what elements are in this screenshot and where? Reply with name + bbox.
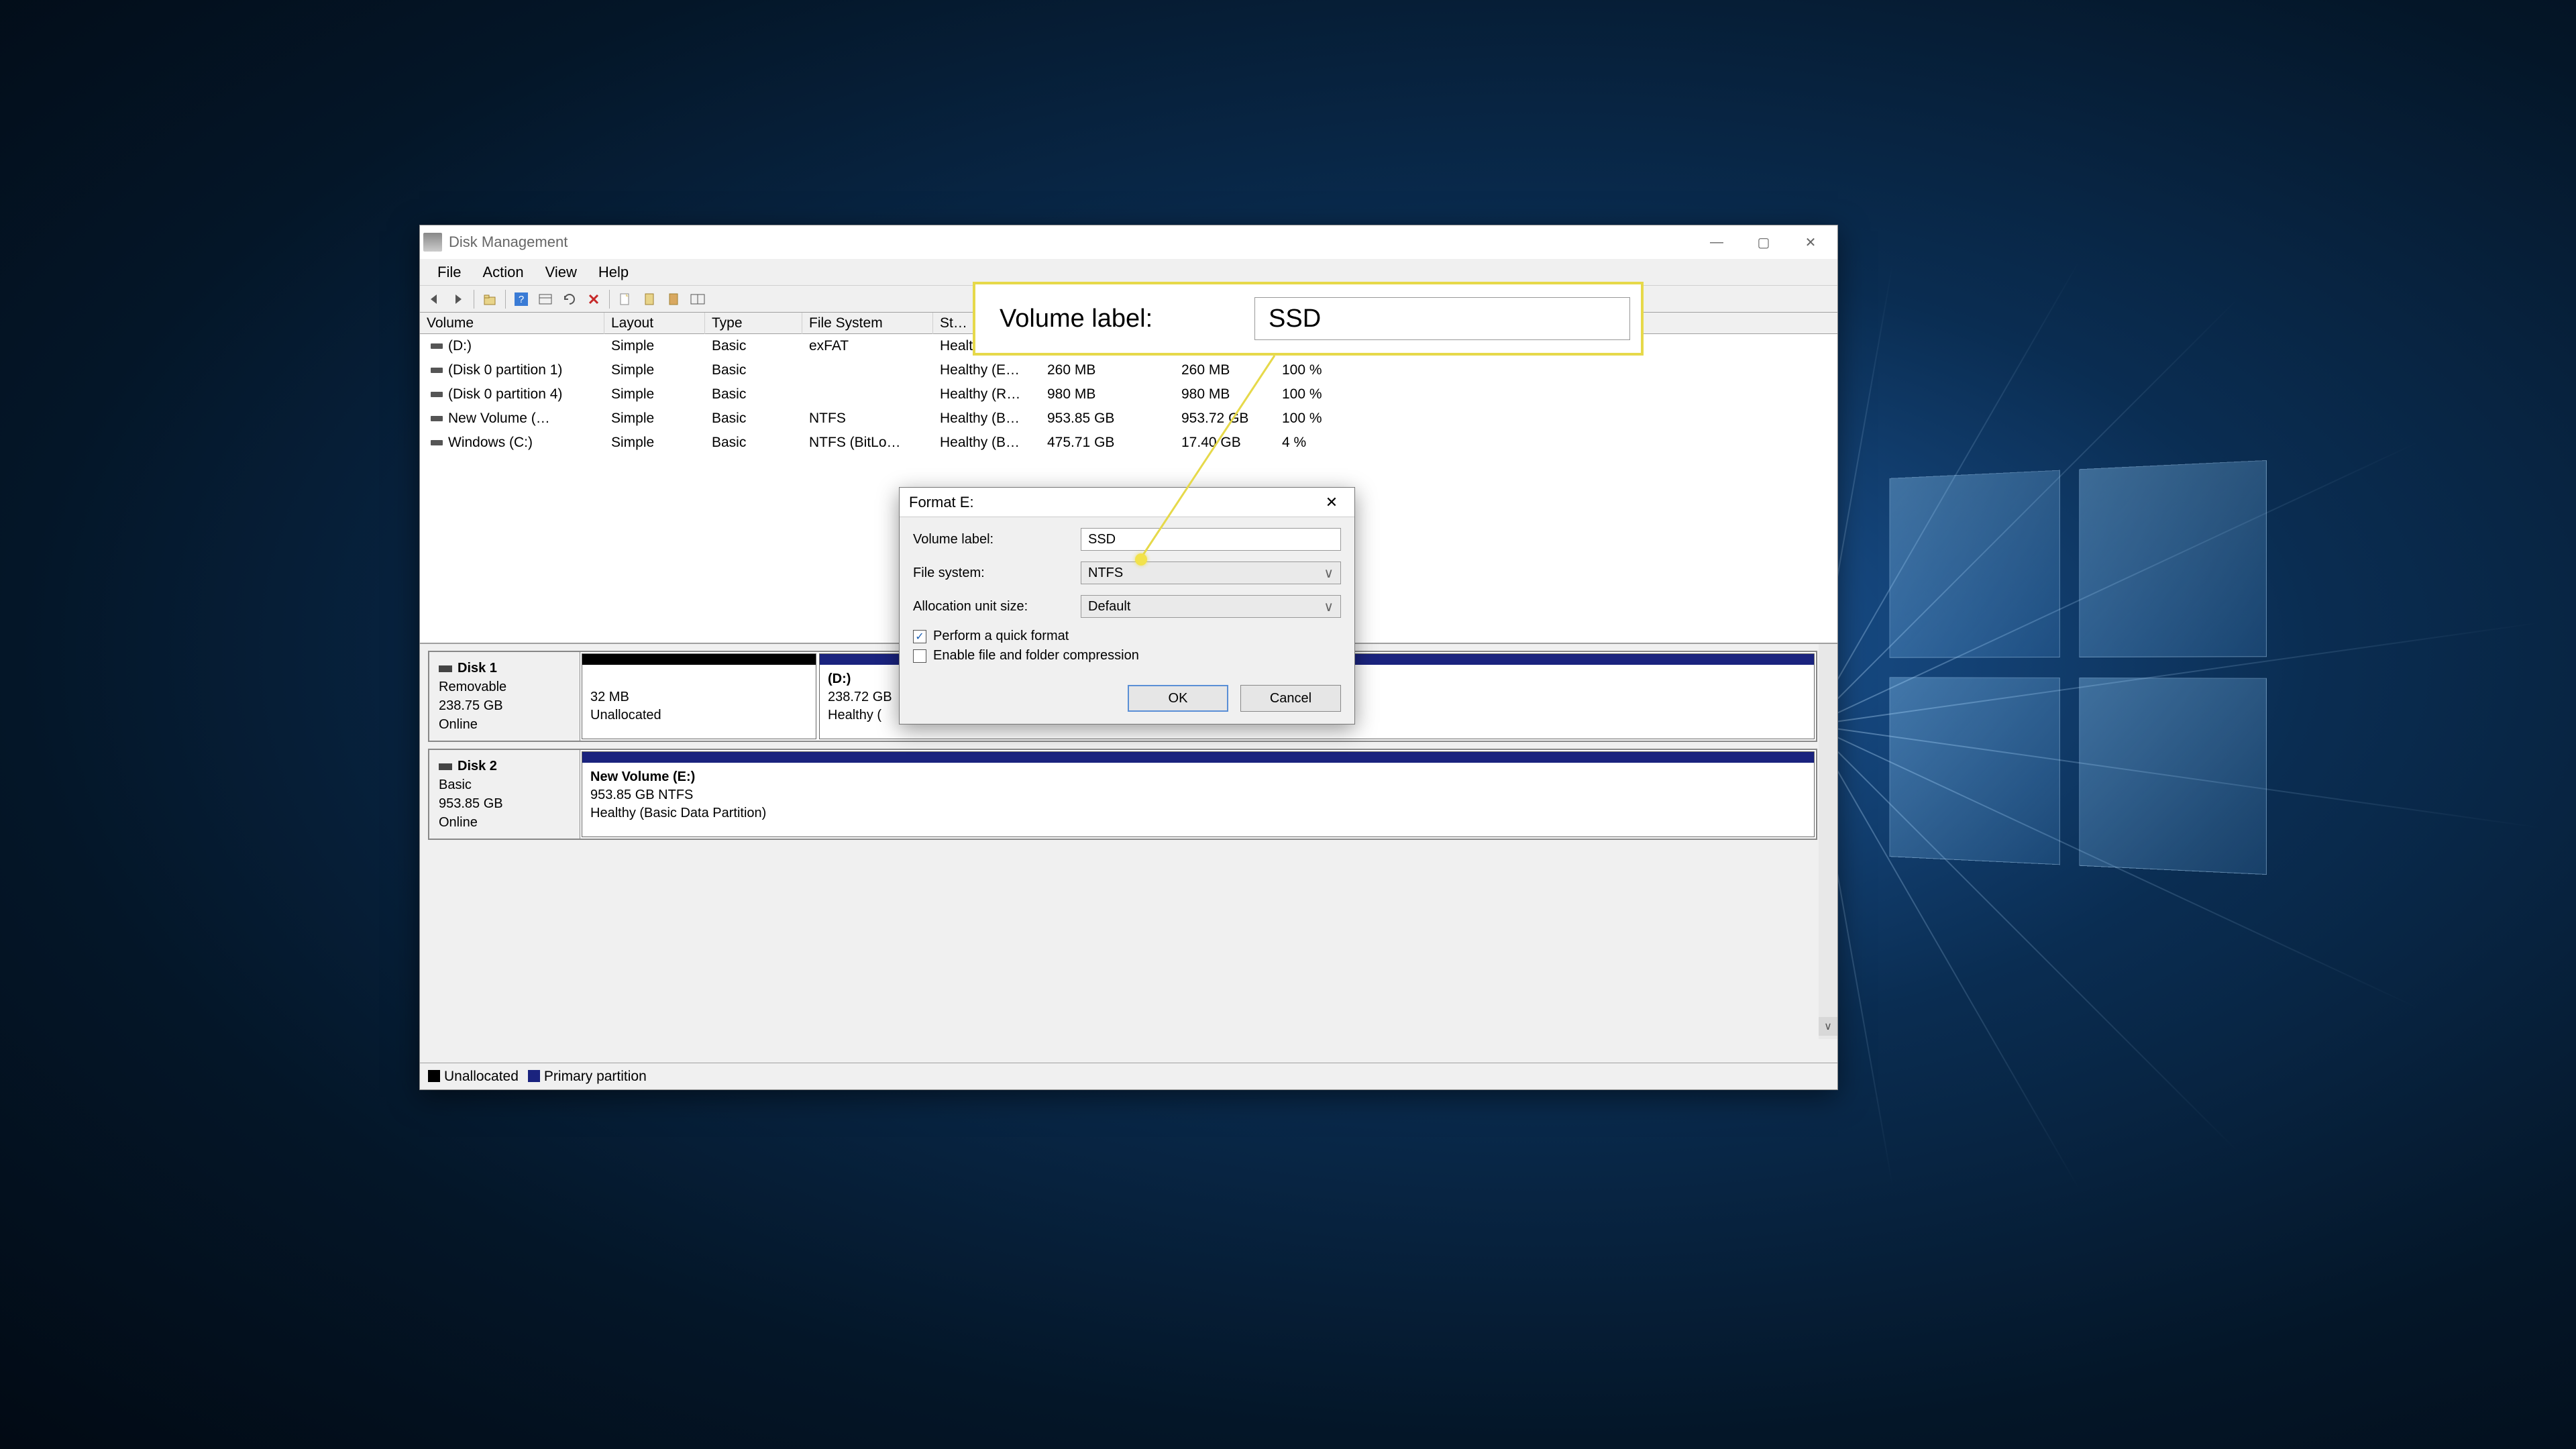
callout-dot-icon — [1135, 553, 1147, 566]
callout-value: SSD — [1254, 297, 1630, 340]
callout-leader-line — [0, 0, 2576, 1449]
callout-annotation: Volume label: SSD — [973, 282, 1644, 356]
callout-label: Volume label: — [1000, 305, 1254, 333]
